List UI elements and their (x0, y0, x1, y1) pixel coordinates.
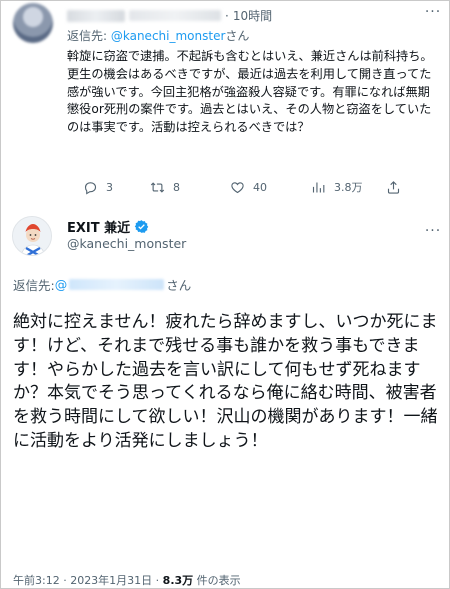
main-more-options-icon[interactable]: ··· (424, 223, 442, 239)
main-reply-to-prefix: 返信先: (13, 278, 55, 293)
share-button[interactable] (386, 180, 401, 195)
views-count: 3.8万 (334, 181, 363, 194)
reply-tweet-text: 斡旋に窃盗で逮捕。不起訴も含むとはいえ、兼近さんは前科持ち。更生の機会はあるべき… (67, 49, 433, 135)
main-reply-to-line: 返信先: @ さん (13, 275, 191, 294)
reply-header: · 10時間 (67, 7, 272, 24)
separator-dot: · (225, 8, 229, 23)
main-tweet-timestamp[interactable]: 午前3:12 · 2023年1月31日 · (13, 574, 163, 587)
reply-action-bar: 3 8 40 3.8万 (67, 178, 442, 196)
avatar-illustration-icon (13, 217, 51, 255)
like-button[interactable]: 40 (230, 180, 267, 195)
views-button[interactable]: 3.8万 (311, 179, 363, 195)
reply-author-avatar[interactable] (13, 3, 53, 43)
heart-icon (231, 181, 244, 193)
main-reply-to-handle-redacted[interactable] (69, 279, 165, 290)
reply-count: 3 (106, 180, 113, 194)
reply-to-line: 返信先: @kanechi_monsterさん (67, 27, 249, 44)
main-author-name-row[interactable]: EXIT 兼近 (67, 217, 149, 236)
main-author-avatar[interactable] (12, 216, 52, 256)
reply-icon (84, 181, 97, 195)
like-count: 40 (253, 180, 267, 194)
views-chart-icon (312, 182, 325, 192)
more-options-icon[interactable]: ··· (424, 5, 442, 21)
main-reply-to-suffix: さん (166, 278, 192, 293)
main-author-handle[interactable]: @kanechi_monster (67, 236, 186, 251)
retweet-count: 8 (173, 180, 180, 194)
reply-time[interactable]: 10時間 (233, 7, 272, 24)
reply-to-suffix: さん (225, 29, 250, 43)
main-reply-to-at[interactable]: @ (55, 277, 68, 292)
retweet-button[interactable]: 8 (150, 180, 180, 195)
reply-to-handle-link[interactable]: @kanechi_monster (111, 29, 226, 43)
retweet-icon (150, 181, 165, 193)
main-tweet-views-count[interactable]: 8.3万 (163, 574, 194, 587)
reply-button[interactable]: 3 (83, 180, 113, 195)
main-tweet-text: 絶対に控えません！疲れたら辞めますし、いつか死にます！けど、それまで残せる事も誰… (13, 312, 438, 451)
reply-author-handle-redacted[interactable] (129, 10, 221, 21)
main-tweet-views-label: 件の表示 (193, 574, 241, 587)
reply-to-prefix: 返信先: (67, 29, 111, 43)
reply-tweet[interactable]: · 10時間 ··· 返信先: @kanechi_monsterさん 斡旋に窃盗… (0, 0, 450, 205)
reply-author-name-redacted[interactable] (67, 9, 125, 22)
verified-badge-icon (134, 220, 149, 233)
main-tweet[interactable]: EXIT 兼近 @kanechi_monster ··· 返信先: @ さん 絶対… (0, 205, 450, 589)
share-icon (387, 180, 400, 194)
main-tweet-meta: 午前3:12 · 2023年1月31日 · 8.3万 件の表示 (13, 572, 241, 588)
main-author-display-name[interactable]: EXIT 兼近 (67, 217, 130, 236)
